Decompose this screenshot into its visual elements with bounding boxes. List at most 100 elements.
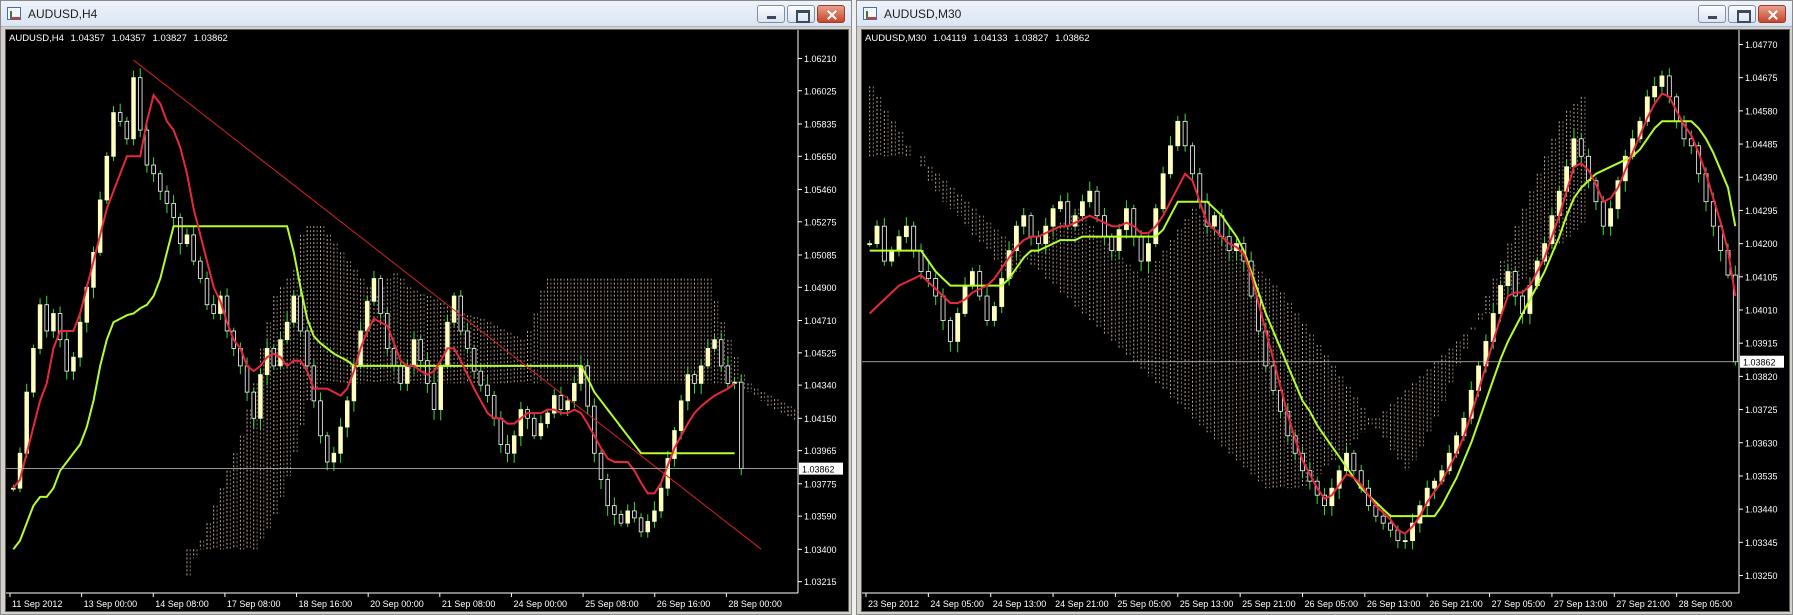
candle-body bbox=[491, 395, 497, 419]
candle-body bbox=[698, 365, 704, 384]
caption-close: 1.03862 bbox=[193, 33, 228, 44]
candle-body bbox=[867, 243, 873, 246]
price-tick-label: 1.03345 bbox=[1745, 538, 1778, 548]
minimize-button[interactable] bbox=[757, 5, 785, 23]
time-tick-label: 25 Sep 21:00 bbox=[1242, 599, 1296, 609]
caption-open: 1.04357 bbox=[70, 33, 105, 44]
candle-body bbox=[137, 77, 143, 131]
price-tick-label: 1.04525 bbox=[804, 348, 837, 358]
chart-window-h4[interactable]: AUDUSD,H4 1.03862 1.06210 1.06025 1.05835 1.… bbox=[0, 0, 852, 615]
chart-canvas[interactable]: 1.03862 1.06210 1.06025 1.05835 1.05650 1.054… bbox=[6, 30, 849, 612]
price-tick-label: 1.04200 bbox=[1745, 239, 1778, 249]
minimize-button[interactable] bbox=[1698, 5, 1726, 23]
price-tick-label: 1.04295 bbox=[1745, 206, 1778, 216]
price-tick-label: 1.03535 bbox=[1745, 471, 1778, 481]
window-titlebar[interactable]: AUDUSD,M30 bbox=[857, 1, 1792, 27]
candle-body bbox=[365, 300, 370, 332]
candle-body bbox=[324, 435, 330, 463]
price-chart[interactable]: 1.03862 1.06210 1.06025 1.05835 1.05650 1.054… bbox=[5, 29, 849, 612]
candle-body bbox=[431, 382, 437, 410]
candle-body bbox=[485, 384, 490, 397]
candle-body bbox=[612, 505, 617, 515]
candle-body bbox=[471, 348, 477, 372]
candle-body bbox=[411, 339, 417, 367]
candle-body bbox=[1659, 75, 1665, 87]
candle-body bbox=[977, 271, 983, 297]
time-tick-label: 26 Sep 13:00 bbox=[1367, 599, 1421, 609]
time-tick-label: 24 Sep 13:00 bbox=[993, 599, 1047, 609]
candle-body bbox=[151, 164, 156, 175]
candle-body bbox=[304, 330, 310, 367]
candle-body bbox=[1432, 480, 1437, 489]
caption-high: 1.04133 bbox=[973, 33, 1008, 44]
candle-body bbox=[718, 339, 724, 367]
candle-body bbox=[1351, 452, 1357, 472]
candle-body bbox=[874, 225, 880, 245]
candle-body bbox=[903, 225, 909, 238]
price-tick-label: 1.04390 bbox=[1745, 173, 1778, 183]
time-tick-label: 27 Sep 05:00 bbox=[1492, 599, 1546, 609]
price-tick-label: 1.06210 bbox=[804, 54, 837, 64]
price-tick-label: 1.05460 bbox=[804, 185, 837, 195]
candle-body bbox=[1182, 120, 1188, 147]
candle-body bbox=[271, 348, 277, 367]
candle-body bbox=[171, 203, 176, 218]
candle-body bbox=[1087, 190, 1093, 203]
candle-body bbox=[1666, 75, 1672, 98]
candle-body bbox=[991, 306, 997, 321]
candle-body bbox=[605, 479, 610, 507]
price-tick-label: 1.03400 bbox=[804, 545, 837, 555]
candle-body bbox=[1270, 365, 1276, 391]
candle-body bbox=[425, 360, 430, 384]
candle-body bbox=[1160, 173, 1166, 210]
price-tick-label: 1.03820 bbox=[1745, 372, 1778, 382]
candle-body bbox=[371, 278, 377, 302]
time-tick-label: 25 Sep 13:00 bbox=[1180, 599, 1234, 609]
window-controls bbox=[757, 5, 845, 23]
caption-low: 1.03827 bbox=[1014, 33, 1049, 44]
chart-canvas[interactable]: 1.03862 1.04770 1.04675 1.04580 1.04485 1.043… bbox=[862, 30, 1790, 612]
price-tick-label: 1.05835 bbox=[804, 119, 837, 129]
candle-body bbox=[291, 295, 297, 323]
close-button[interactable] bbox=[1758, 5, 1786, 23]
time-tick-label: 26 Sep 21:00 bbox=[1429, 599, 1483, 609]
candle-body bbox=[37, 304, 43, 349]
candle-body bbox=[345, 400, 350, 428]
caption-close: 1.03862 bbox=[1055, 33, 1090, 44]
time-tick-label: 25 Sep 08:00 bbox=[585, 599, 639, 609]
minimize-icon bbox=[1699, 6, 1725, 22]
candle-body bbox=[1146, 243, 1151, 262]
candle-body bbox=[565, 400, 570, 410]
candle-body bbox=[478, 370, 484, 386]
candle-body bbox=[104, 155, 110, 201]
candle-body bbox=[1600, 201, 1606, 227]
maximize-button[interactable] bbox=[787, 5, 815, 23]
candle-body bbox=[418, 339, 423, 362]
candle-body bbox=[969, 271, 975, 286]
candle-body bbox=[1043, 225, 1049, 245]
candle-body bbox=[598, 452, 604, 480]
candle-body bbox=[1168, 145, 1173, 175]
candle-body bbox=[955, 313, 961, 342]
time-tick-label: 24 Sep 05:00 bbox=[930, 599, 984, 609]
price-tick-label: 1.03440 bbox=[1745, 505, 1778, 515]
window-titlebar[interactable]: AUDUSD,H4 bbox=[1, 1, 851, 27]
price-tick-label: 1.03965 bbox=[804, 446, 837, 456]
maximize-button[interactable] bbox=[1728, 5, 1756, 23]
candle-body bbox=[124, 120, 130, 140]
price-tick-label: 1.05085 bbox=[804, 250, 837, 260]
price-chart[interactable]: 1.03862 1.04770 1.04675 1.04580 1.04485 1.043… bbox=[861, 29, 1790, 612]
candle-body bbox=[378, 278, 383, 314]
candle-body bbox=[284, 321, 290, 341]
price-tick-label: 1.04485 bbox=[1745, 140, 1778, 150]
price-tick-label: 1.04580 bbox=[1745, 106, 1778, 116]
candle-body bbox=[625, 510, 630, 524]
candle-body bbox=[1079, 201, 1085, 217]
candle-body bbox=[251, 391, 256, 419]
chart-window-m30[interactable]: AUDUSD,M30 1.03862 1.04770 1.04675 1.04580 1… bbox=[856, 0, 1793, 615]
close-button[interactable] bbox=[817, 5, 845, 23]
candle-body bbox=[391, 348, 397, 367]
candle-body bbox=[1578, 138, 1584, 157]
candle-body bbox=[1102, 215, 1107, 238]
ichimoku-cloud bbox=[869, 86, 1586, 489]
